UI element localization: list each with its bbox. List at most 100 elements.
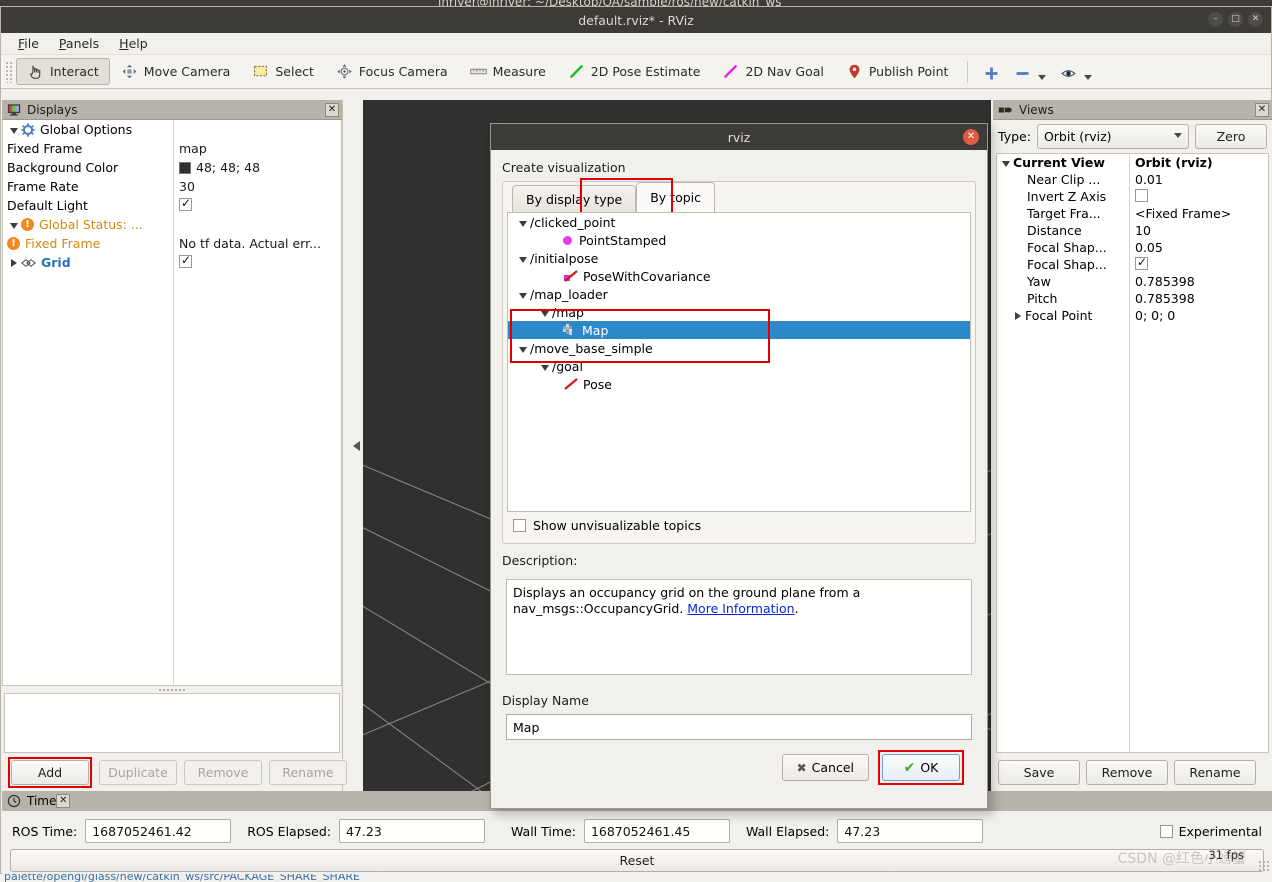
view-value[interactable]: 10 (1129, 223, 1268, 238)
grid-checkbox[interactable] (179, 255, 192, 268)
toolbar-drag-grip[interactable] (5, 61, 14, 83)
tool-add-panel[interactable] (976, 58, 1007, 85)
view-value[interactable]: 0; 0; 0 (1129, 308, 1268, 323)
displays-tree[interactable]: Global Options Fixed Frame map Backgroun… (2, 120, 342, 686)
view-type-select[interactable]: Orbit (rviz) (1037, 124, 1189, 149)
minimize-icon[interactable]: – (1208, 12, 1223, 27)
ros-elapsed-field[interactable]: 47.23 (339, 819, 485, 843)
tool-interact[interactable]: Interact (16, 58, 110, 85)
view-row-focal-shape-size[interactable]: Focal Shap... 0.05 (997, 239, 1268, 256)
views-tree[interactable]: Current View Orbit (rviz) Near Clip ... … (996, 153, 1269, 753)
display-row-background-color[interactable]: Background Color 48; 48; 48 (3, 158, 341, 177)
time-panel-close-button[interactable]: ✕ (56, 794, 70, 808)
topic-row-initialpose[interactable]: /initialpose (508, 249, 970, 267)
display-row-status-fixed-frame[interactable]: ! Fixed Frame No tf data. Actual err... (3, 234, 341, 253)
chevron-down-icon[interactable] (10, 223, 18, 229)
tool-2d-pose-estimate[interactable]: 2D Pose Estimate (557, 58, 712, 85)
view-value[interactable]: 0.785398 (1129, 291, 1268, 306)
menu-panels[interactable]: Panels (50, 33, 108, 54)
chevron-down-icon[interactable] (541, 311, 549, 317)
chevron-down-icon[interactable] (10, 128, 18, 134)
tool-2d-nav-goal[interactable]: 2D Nav Goal (711, 58, 834, 85)
topic-row-move-base-simple[interactable]: /move_base_simple (508, 339, 970, 357)
experimental-checkbox[interactable] (1160, 825, 1173, 838)
display-row-global-options[interactable]: Global Options (3, 120, 341, 139)
display-row-grid[interactable]: Grid (3, 253, 341, 272)
tool-move-camera[interactable]: Move Camera (110, 58, 242, 85)
display-row-global-status[interactable]: ! Global Status: ... (3, 215, 341, 234)
cancel-button[interactable]: ✖ Cancel (782, 754, 869, 781)
topic-row-map[interactable]: /map (508, 303, 970, 321)
display-row-default-light[interactable]: Default Light (3, 196, 341, 215)
save-view-button[interactable]: Save (998, 760, 1080, 785)
ok-button[interactable]: ✔ OK (882, 754, 960, 781)
default-light-checkbox[interactable] (179, 198, 192, 211)
tool-measure[interactable]: Measure (459, 58, 557, 85)
chevron-down-icon[interactable] (1084, 75, 1092, 80)
view-row-pitch[interactable]: Pitch 0.785398 (997, 290, 1268, 307)
chevron-down-icon[interactable] (519, 221, 527, 227)
color-swatch[interactable] (179, 162, 191, 174)
view-value[interactable]: 0.05 (1129, 240, 1268, 255)
tool-focus-camera[interactable]: Focus Camera (325, 58, 459, 85)
view-value[interactable]: <Fixed Frame> (1129, 206, 1268, 221)
topic-row-pose[interactable]: Pose (508, 375, 970, 393)
display-row-fixed-frame[interactable]: Fixed Frame map (3, 139, 341, 158)
invert-z-axis-checkbox[interactable] (1135, 189, 1148, 202)
topic-row-map-display[interactable]: Map (508, 321, 970, 339)
menu-help[interactable]: Help (110, 33, 157, 54)
chevron-right-icon[interactable] (1015, 312, 1021, 320)
chevron-down-icon[interactable] (519, 293, 527, 299)
view-row-target-frame[interactable]: Target Fra... <Fixed Frame> (997, 205, 1268, 222)
topic-row-map-loader[interactable]: /map_loader (508, 285, 970, 303)
display-value[interactable]: map (173, 141, 341, 156)
chevron-down-icon[interactable] (519, 257, 527, 263)
zero-button[interactable]: Zero (1195, 124, 1267, 149)
wall-time-field[interactable]: 1687052461.45 (584, 819, 730, 843)
chevron-down-icon[interactable] (541, 365, 549, 371)
menu-file[interactable]: File (9, 33, 48, 54)
more-information-link[interactable]: More Information (687, 601, 794, 616)
display-name-input[interactable]: Map (506, 714, 972, 740)
view-row-invert-z-axis[interactable]: Invert Z Axis (997, 188, 1268, 205)
view-row-focal-shape-fixed[interactable]: Focal Shap... (997, 256, 1268, 273)
view-row-near-clip[interactable]: Near Clip ... 0.01 (997, 171, 1268, 188)
chevron-down-icon[interactable] (519, 347, 527, 353)
focal-shape-checkbox[interactable] (1135, 257, 1148, 270)
tool-remove-panel[interactable] (1007, 58, 1053, 85)
tool-select[interactable]: Select (241, 58, 325, 85)
add-button[interactable]: Add (11, 760, 89, 785)
window-resize-grip[interactable] (1258, 860, 1270, 872)
view-row-yaw[interactable]: Yaw 0.785398 (997, 273, 1268, 290)
remove-view-button[interactable]: Remove (1086, 760, 1168, 785)
dialog-close-button[interactable]: ✕ (963, 129, 979, 145)
maximize-icon[interactable]: □ (1228, 12, 1243, 27)
rename-view-button[interactable]: Rename (1174, 760, 1256, 785)
chevron-down-icon[interactable] (1038, 75, 1046, 80)
show-unvisualizable-checkbox[interactable] (513, 519, 526, 532)
view-row-focal-point[interactable]: Focal Point 0; 0; 0 (997, 307, 1268, 324)
topic-row-goal[interactable]: /goal (508, 357, 970, 375)
tool-publish-point[interactable]: Publish Point (835, 58, 960, 85)
topic-row-posewithcovariance[interactable]: PoseWithCovariance (508, 267, 970, 285)
views-panel-close-button[interactable]: ✕ (1255, 103, 1269, 117)
topic-row-pointstamped[interactable]: PointStamped (508, 231, 970, 249)
experimental-toggle[interactable]: Experimental (1160, 824, 1262, 839)
view-row-current-view[interactable]: Current View Orbit (rviz) (997, 154, 1268, 171)
wall-elapsed-field[interactable]: 47.23 (837, 819, 983, 843)
close-icon[interactable]: ✕ (1248, 12, 1263, 27)
view-row-distance[interactable]: Distance 10 (997, 222, 1268, 239)
reset-button[interactable]: Reset (10, 849, 1264, 872)
displays-splitter[interactable] (2, 686, 342, 693)
tool-visibility[interactable] (1053, 58, 1099, 85)
display-value[interactable]: 30 (173, 179, 341, 194)
display-row-frame-rate[interactable]: Frame Rate 30 (3, 177, 341, 196)
view-value[interactable]: 0.01 (1129, 172, 1268, 187)
chevron-down-icon[interactable] (1002, 161, 1010, 167)
panel-collapse-handle[interactable] (349, 100, 363, 791)
ros-time-field[interactable]: 1687052461.42 (85, 819, 231, 843)
displays-panel-close-button[interactable]: ✕ (325, 103, 339, 117)
topic-tree[interactable]: /clicked_point PointStamped /initialpose (507, 212, 971, 512)
chevron-right-icon[interactable] (11, 259, 17, 267)
show-unvisualizable-row[interactable]: Show unvisualizable topics (503, 512, 975, 539)
